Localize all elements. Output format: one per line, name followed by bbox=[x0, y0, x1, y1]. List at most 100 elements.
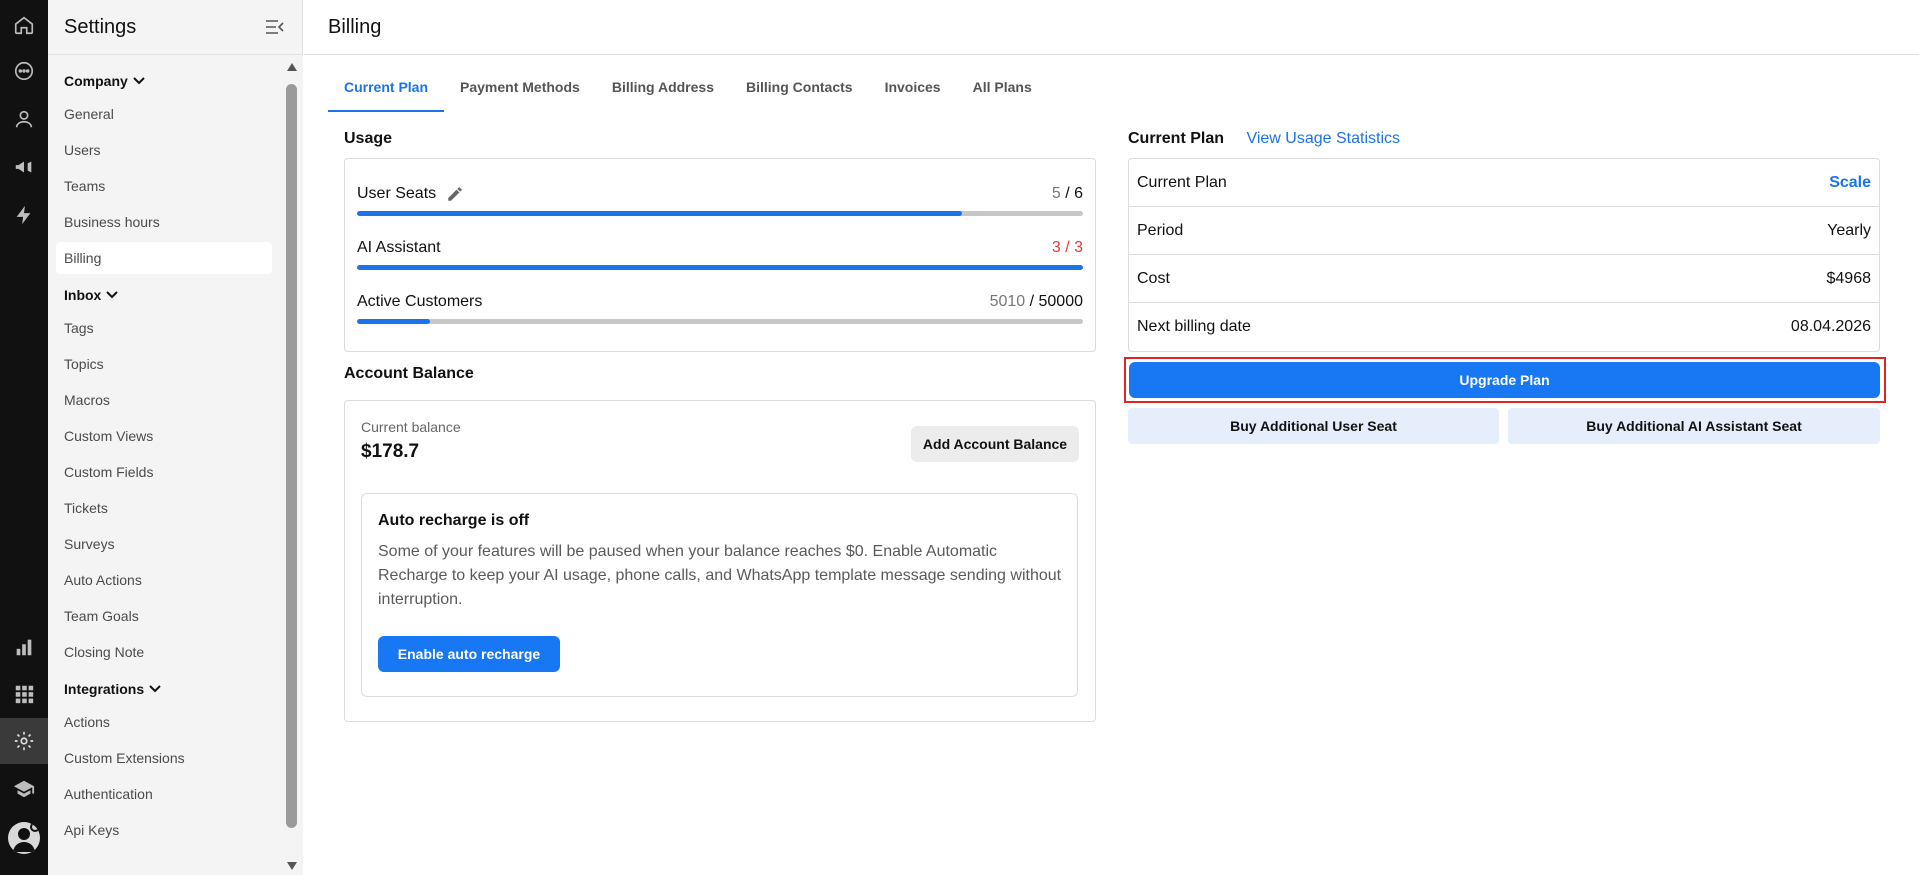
usage-progress-bar bbox=[357, 265, 1083, 270]
sidebar-item-topics[interactable]: Topics bbox=[56, 348, 272, 380]
usage-card: User Seats 5 / 6 AI Assistant 3 / 3 Acti… bbox=[344, 158, 1096, 352]
buy-additional-ai-assistant-seat-button[interactable]: Buy Additional AI Assistant Seat bbox=[1508, 408, 1880, 444]
page-title: Billing bbox=[328, 15, 382, 38]
tab-billing-contacts[interactable]: Billing Contacts bbox=[730, 72, 869, 112]
enable-auto-recharge-button[interactable]: Enable auto recharge bbox=[378, 636, 560, 672]
collapse-sidebar-icon[interactable] bbox=[264, 16, 286, 38]
plan-row-value: Yearly bbox=[1827, 221, 1871, 239]
plan-name-value: Scale bbox=[1829, 173, 1871, 191]
settings-sidebar: Settings Company General Users Teams Bus… bbox=[48, 0, 303, 875]
usage-separator: / bbox=[1060, 185, 1075, 202]
plan-row-value: $4968 bbox=[1826, 269, 1872, 287]
sidebar-nav: Company General Users Teams Business hou… bbox=[48, 56, 280, 875]
usage-value: 3 / 3 bbox=[1052, 239, 1083, 257]
sidebar-item-auto-actions[interactable]: Auto Actions bbox=[56, 564, 272, 596]
usage-progress-fill bbox=[357, 265, 1083, 270]
usage-separator: / bbox=[1025, 293, 1039, 310]
auto-recharge-title: Auto recharge is off bbox=[378, 512, 530, 529]
plan-row-cost: Cost $4968 bbox=[1129, 255, 1879, 303]
tab-all-plans[interactable]: All Plans bbox=[957, 72, 1048, 112]
usage-row-user-seats: User Seats 5 / 6 bbox=[357, 185, 1083, 225]
sidebar-item-business-hours[interactable]: Business hours bbox=[56, 206, 272, 238]
usage-separator: / bbox=[1060, 239, 1075, 256]
chat-icon[interactable] bbox=[0, 48, 48, 94]
scrollbar-thumb[interactable] bbox=[286, 84, 297, 828]
contacts-icon[interactable] bbox=[0, 96, 48, 142]
plan-row-next-billing-date: Next billing date 08.04.2026 bbox=[1129, 303, 1879, 351]
sidebar-item-surveys[interactable]: Surveys bbox=[56, 528, 272, 560]
home-icon[interactable] bbox=[0, 2, 48, 48]
sidebar-item-closing-note[interactable]: Closing Note bbox=[56, 636, 272, 668]
sidebar-item-team-goals[interactable]: Team Goals bbox=[56, 600, 272, 632]
usage-total: 6 bbox=[1074, 185, 1083, 202]
sidebar-item-authentication[interactable]: Authentication bbox=[56, 778, 272, 810]
sidebar-item-users[interactable]: Users bbox=[56, 134, 272, 166]
sidebar-item-tags[interactable]: Tags bbox=[56, 312, 272, 344]
group-integrations[interactable]: Integrations bbox=[48, 672, 280, 706]
scroll-up-arrow-icon[interactable] bbox=[286, 62, 298, 72]
reports-icon[interactable] bbox=[0, 624, 48, 670]
settings-icon[interactable] bbox=[0, 718, 48, 764]
sidebar-item-general[interactable]: General bbox=[56, 98, 272, 130]
sidebar-item-tickets[interactable]: Tickets bbox=[56, 492, 272, 524]
sidebar-item-custom-extensions[interactable]: Custom Extensions bbox=[56, 742, 272, 774]
usage-row-active-customers: Active Customers 5010 / 50000 bbox=[357, 293, 1083, 333]
group-label: Inbox bbox=[64, 287, 102, 303]
main-content: Billing Current Plan Payment Methods Bil… bbox=[304, 0, 1919, 875]
add-account-balance-button[interactable]: Add Account Balance bbox=[911, 426, 1079, 462]
current-balance-value: $178.7 bbox=[361, 441, 420, 462]
tab-current-plan[interactable]: Current Plan bbox=[328, 72, 445, 112]
chevron-down-icon bbox=[133, 77, 145, 85]
plan-row-value: 08.04.2026 bbox=[1790, 318, 1871, 335]
icon-rail bbox=[0, 0, 48, 875]
group-label: Integrations bbox=[64, 681, 145, 697]
tab-invoices[interactable]: Invoices bbox=[869, 72, 957, 112]
sidebar-item-macros[interactable]: Macros bbox=[56, 384, 272, 416]
sidebar-item-billing[interactable]: Billing bbox=[56, 242, 272, 274]
status-dot bbox=[30, 822, 40, 832]
account-balance-title: Account Balance bbox=[344, 365, 474, 382]
view-usage-statistics-link[interactable]: View Usage Statistics bbox=[1246, 130, 1400, 148]
usage-label: AI Assistant bbox=[357, 239, 441, 257]
sidebar-item-actions[interactable]: Actions bbox=[56, 706, 272, 738]
auto-recharge-card: Auto recharge is off Some of your featur… bbox=[361, 493, 1078, 697]
user-avatar[interactable] bbox=[8, 822, 40, 854]
sidebar-item-custom-views[interactable]: Custom Views bbox=[56, 420, 272, 452]
usage-progress-bar bbox=[357, 319, 1083, 324]
sidebar-item-custom-fields[interactable]: Custom Fields bbox=[56, 456, 272, 488]
sidebar-item-teams[interactable]: Teams bbox=[56, 170, 272, 202]
usage-row-ai-assistant: AI Assistant 3 / 3 bbox=[357, 239, 1083, 279]
upgrade-plan-button[interactable]: Upgrade Plan bbox=[1129, 362, 1880, 398]
usage-label-text: Active Customers bbox=[357, 293, 483, 310]
plan-row-label: Period bbox=[1137, 221, 1184, 239]
group-company[interactable]: Company bbox=[48, 64, 280, 98]
tab-billing-address[interactable]: Billing Address bbox=[596, 72, 730, 112]
usage-progress-bar bbox=[357, 211, 1083, 216]
plan-row-period: Period Yearly bbox=[1129, 207, 1879, 255]
usage-progress-fill bbox=[357, 319, 430, 324]
apps-grid-icon[interactable] bbox=[0, 671, 48, 717]
group-inbox[interactable]: Inbox bbox=[48, 278, 280, 312]
usage-used: 3 bbox=[1051, 239, 1061, 256]
current-plan-card: Current Plan Scale Period Yearly Cost $4… bbox=[1128, 158, 1880, 352]
sidebar-scrollbar[interactable] bbox=[280, 56, 303, 875]
scroll-down-arrow-icon[interactable] bbox=[286, 861, 298, 871]
edit-pencil-icon[interactable] bbox=[446, 185, 464, 203]
usage-used: 5 bbox=[1051, 185, 1061, 202]
sidebar-item-api-keys[interactable]: Api Keys bbox=[56, 814, 272, 846]
buy-additional-user-seat-button[interactable]: Buy Additional User Seat bbox=[1128, 408, 1499, 444]
current-plan-title: Current Plan bbox=[1128, 130, 1225, 147]
usage-title: Usage bbox=[344, 130, 393, 147]
plan-row-label: Next billing date bbox=[1137, 318, 1251, 335]
academy-icon[interactable] bbox=[0, 766, 48, 812]
tab-payment-methods[interactable]: Payment Methods bbox=[444, 72, 596, 112]
plan-row-label: Current Plan bbox=[1137, 173, 1227, 191]
usage-progress-fill bbox=[357, 211, 962, 216]
campaigns-icon[interactable] bbox=[0, 144, 48, 190]
automation-icon[interactable] bbox=[0, 192, 48, 238]
billing-tabs: Current Plan Payment Methods Billing Add… bbox=[328, 72, 1048, 112]
sidebar-header: Settings bbox=[48, 0, 302, 55]
current-balance-label: Current balance bbox=[361, 419, 461, 435]
chevron-down-icon bbox=[149, 685, 161, 693]
plan-row-current-plan: Current Plan Scale bbox=[1129, 159, 1879, 207]
